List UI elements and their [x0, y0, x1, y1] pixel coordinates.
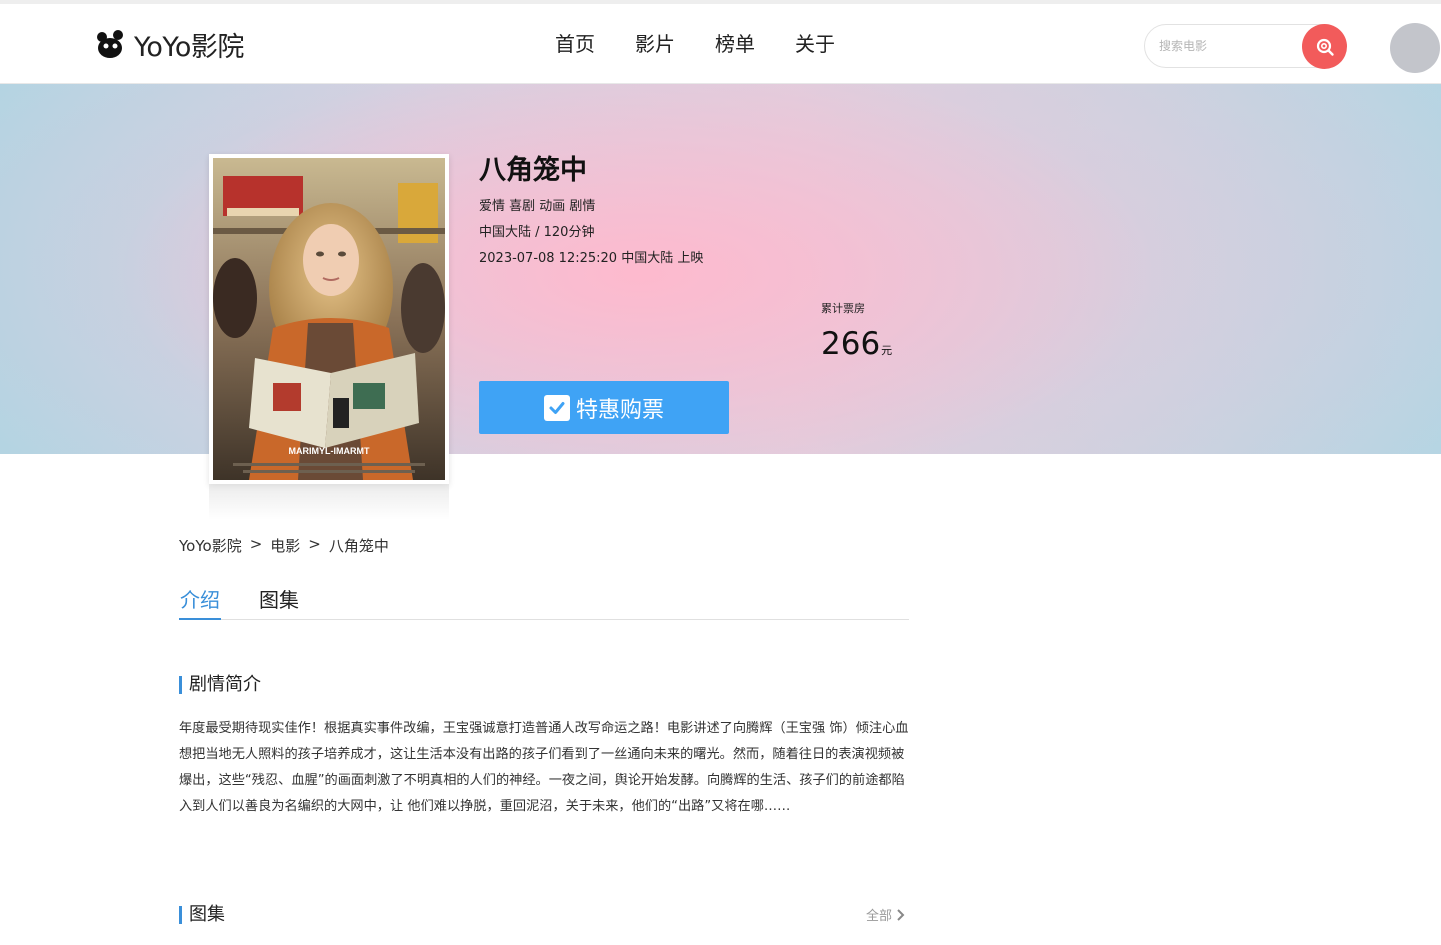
search-box — [1144, 24, 1347, 69]
movie-poster: MARIMYL-IMARMT — [209, 154, 449, 484]
nav-rankings[interactable]: 榜单 — [715, 30, 755, 58]
breadcrumb-separator: > — [249, 535, 263, 553]
logo-text: YoYo影院 — [134, 31, 244, 63]
nav-movies[interactable]: 影片 — [635, 30, 675, 58]
poster-image: MARIMYL-IMARMT — [213, 158, 445, 480]
breadcrumb: YoYo影院 > 电影 > 八角笼中 — [179, 535, 389, 556]
check-icon — [543, 394, 570, 421]
tab-intro[interactable]: 介绍 — [179, 584, 221, 620]
gallery-all-label: 全部 — [866, 909, 893, 924]
box-office-value: 266元 — [821, 324, 892, 371]
breadcrumb-movies[interactable]: 电影 — [270, 535, 300, 556]
chevron-right-icon — [897, 908, 905, 921]
breadcrumb-current: 八角笼中 — [328, 537, 389, 555]
movie-release: 2023-07-08 12:25:20 中国大陆 上映 — [479, 251, 704, 266]
gallery-heading: 图集 — [179, 906, 225, 924]
box-office-number: 266 — [821, 326, 881, 362]
svg-text:MARIMYL-IMARMT: MARIMYL-IMARMT — [289, 446, 370, 456]
box-office-label: 累计票房 — [821, 302, 865, 315]
buy-ticket-label: 特惠购票 — [575, 397, 664, 423]
search-input[interactable] — [1159, 36, 1299, 56]
movie-region-duration: 中国大陆 / 120分钟 — [479, 225, 595, 240]
buy-ticket-button[interactable]: 特惠购票 — [479, 381, 729, 434]
synopsis-heading: 剧情简介 — [179, 676, 261, 694]
nav-home[interactable]: 首页 — [555, 30, 595, 58]
tab-gallery[interactable]: 图集 — [259, 584, 299, 616]
poster-reflection — [209, 484, 449, 520]
detail-tabs: 介绍 图集 — [179, 584, 909, 620]
box-office-unit: 元 — [881, 344, 893, 357]
movie-title: 八角笼中 — [479, 155, 587, 186]
header: YoYo影院 首页 影片 榜单 关于 — [0, 4, 1441, 84]
search-icon — [1316, 38, 1334, 56]
nav-about[interactable]: 关于 — [795, 30, 835, 58]
user-avatar[interactable] — [1390, 23, 1440, 73]
panda-logo-icon — [97, 30, 123, 58]
breadcrumb-separator: > — [308, 535, 321, 553]
synopsis-text: 年度最受期待现实佳作！根据真实事件改编，王宝强诚意打造普通人改写命运之路！电影讲… — [179, 721, 909, 814]
breadcrumb-home[interactable]: YoYo影院 — [179, 535, 242, 556]
main-nav: 首页 影片 榜单 关于 — [555, 30, 875, 58]
search-button[interactable] — [1302, 24, 1347, 69]
gallery-all-link[interactable]: 全部 — [866, 905, 907, 924]
logo[interactable]: YoYo影院 — [96, 26, 244, 63]
movie-genres: 爱情 喜剧 动画 剧情 — [479, 199, 596, 214]
